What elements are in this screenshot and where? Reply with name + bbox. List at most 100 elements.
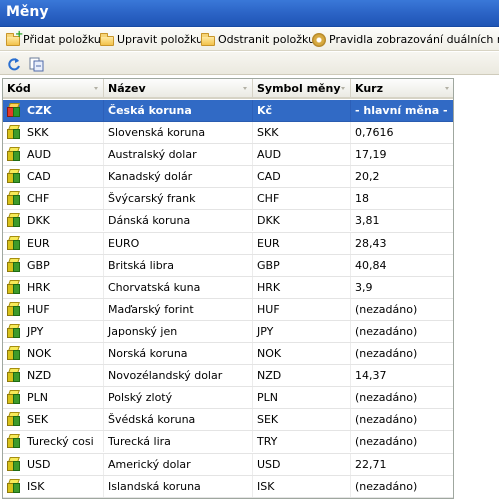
- window-title: Měny: [6, 4, 49, 20]
- cell-rate: 22,71: [351, 454, 453, 475]
- cell-rate: (nezadáno): [351, 343, 453, 364]
- currency-cube-icon: [7, 169, 21, 184]
- add-item-button[interactable]: + Přidat položku: [5, 29, 101, 48]
- cell-symbol: HRK: [253, 276, 351, 298]
- column-header-symbol[interactable]: Symbol měny: [253, 79, 351, 99]
- cell-name: Islandská koruna: [104, 475, 253, 497]
- cell-rate: 17,19: [351, 144, 453, 165]
- currency-cube-icon: [7, 346, 21, 361]
- table-header: Kód Název Symbol měny Kurz: [3, 79, 453, 99]
- cell-symbol: ISK: [253, 475, 351, 497]
- sort-arrow-icon: [445, 87, 449, 90]
- table-row[interactable]: Turecký cosi Turecká lira TRY (nezadáno): [3, 431, 453, 454]
- table-row[interactable]: HUF Maďarský forint HUF (nezadáno): [3, 298, 453, 321]
- currency-cube-icon: [7, 279, 21, 295]
- cell-code: HUF: [3, 298, 104, 320]
- table-row[interactable]: CHF Švýcarský frank CHF 18: [3, 188, 453, 211]
- cell-symbol: NZD: [253, 365, 351, 387]
- title-bar: Měny: [0, 0, 499, 27]
- cell-code: SEK: [3, 409, 104, 431]
- cell-rate: (nezadáno): [351, 431, 453, 452]
- cell-name: Švýcarský frank: [104, 188, 253, 210]
- toolbar: + Přidat položku Upravit položku Odstran…: [0, 28, 499, 51]
- currency-table: Kód Název Symbol měny Kurz CZK Česká koru…: [2, 78, 454, 499]
- cell-code: GBP: [3, 254, 104, 276]
- cell-code: CAD: [3, 166, 104, 188]
- delete-item-button[interactable]: Odstranit položku: [200, 31, 315, 48]
- cell-code: CHF: [3, 188, 104, 210]
- cell-rate: 18: [351, 188, 453, 209]
- cell-name: Norská koruna: [104, 343, 253, 365]
- cell-code: SKK: [3, 122, 104, 144]
- cell-code: AUD: [3, 144, 104, 166]
- cell-name: Česká koruna: [104, 100, 253, 121]
- edit-item-button[interactable]: Upravit položku: [99, 31, 203, 48]
- table-row[interactable]: AUD Australský dolar AUD 17,19: [3, 144, 453, 167]
- cell-name: Polský zlotý: [104, 387, 253, 409]
- table-row[interactable]: EUR EURO EUR 28,43: [3, 232, 453, 255]
- currency-cube-icon: [7, 125, 21, 140]
- cell-name: Slovenská koruna: [104, 122, 253, 144]
- currency-cube-icon: [7, 213, 21, 228]
- cell-code: JPY: [3, 320, 104, 342]
- cell-name: Švédská koruna: [104, 409, 253, 431]
- table-row[interactable]: HRK Chorvatská kuna HRK 3,9: [3, 276, 453, 299]
- table-row[interactable]: SEK Švédská koruna SEK (nezadáno): [3, 409, 453, 432]
- delete-item-label: Odstranit položku: [218, 33, 316, 46]
- table-row[interactable]: ISK Islandská koruna ISK (nezadáno): [3, 475, 453, 498]
- currency-cube-icon: [7, 478, 21, 494]
- cell-rate: 40,84: [351, 255, 453, 276]
- cell-code: CZK: [3, 100, 104, 121]
- table-row[interactable]: CAD Kanadský dolár CAD 20,2: [3, 166, 453, 189]
- dual-currency-rules-button[interactable]: Pravidla zobrazování duálních měn: [311, 31, 499, 48]
- cell-symbol: NOK: [253, 343, 351, 365]
- table-row[interactable]: NZD Novozélandský dolar NZD 14,37: [3, 365, 453, 388]
- cell-rate: 3,9: [351, 277, 453, 298]
- cell-code: EUR: [3, 232, 104, 254]
- cell-code: Turecký cosi: [3, 431, 104, 453]
- cell-name: EURO: [104, 232, 253, 254]
- currency-cube-icon: [7, 412, 21, 427]
- cell-name: Australský dolar: [104, 144, 253, 166]
- cell-rate: 14,37: [351, 365, 453, 386]
- column-header-code[interactable]: Kód: [3, 79, 104, 99]
- secondary-toolbar: [0, 52, 499, 75]
- cell-symbol: TRY: [253, 431, 351, 453]
- currency-cube-icon: [7, 301, 21, 317]
- cell-name: Dánská koruna: [104, 210, 253, 232]
- currency-cube-icon: [7, 147, 21, 162]
- cell-symbol: SKK: [253, 122, 351, 144]
- currency-cube-icon: [7, 257, 21, 273]
- cell-symbol: Kč: [253, 100, 351, 121]
- export-icon[interactable]: [28, 56, 44, 72]
- cell-name: Novozélandský dolar: [104, 365, 253, 387]
- table-row[interactable]: JPY Japonský jen JPY (nezadáno): [3, 320, 453, 344]
- folder-delete-icon: [200, 32, 216, 47]
- table-row[interactable]: CZK Česká koruna Kč - hlavní měna -: [3, 100, 453, 123]
- cell-rate: 20,2: [351, 166, 453, 187]
- column-header-rate[interactable]: Kurz: [351, 79, 453, 99]
- cell-code: ISK: [3, 475, 104, 497]
- cell-rate: - hlavní měna -: [351, 100, 453, 121]
- dual-currency-rules-label: Pravidla zobrazování duálních měn: [329, 33, 499, 46]
- currency-cube-icon: [7, 456, 21, 472]
- cell-rate: (nezadáno): [351, 321, 453, 342]
- table-row[interactable]: NOK Norská koruna NOK (nezadáno): [3, 343, 453, 366]
- currency-cube-icon: [7, 323, 21, 339]
- cell-name: Chorvatská kuna: [104, 276, 253, 298]
- gear-icon: [311, 32, 327, 47]
- table-row[interactable]: PLN Polský zlotý PLN (nezadáno): [3, 387, 453, 410]
- table-row[interactable]: USD Americký dolar USD 22,71: [3, 453, 453, 476]
- column-header-name[interactable]: Název: [104, 79, 253, 99]
- table-row[interactable]: GBP Britská libra GBP 40,84: [3, 254, 453, 277]
- cell-rate: (nezadáno): [351, 476, 453, 497]
- refresh-icon[interactable]: [6, 56, 22, 72]
- cell-name: Britská libra: [104, 254, 253, 276]
- cell-symbol: USD: [253, 453, 351, 475]
- table-row[interactable]: DKK Dánská koruna DKK 3,81: [3, 210, 453, 233]
- cell-name: Maďarský forint: [104, 298, 253, 320]
- cell-symbol: DKK: [253, 210, 351, 232]
- cell-rate: (nezadáno): [351, 299, 453, 320]
- cell-code: NZD: [3, 365, 104, 387]
- table-row[interactable]: SKK Slovenská koruna SKK 0,7616: [3, 122, 453, 145]
